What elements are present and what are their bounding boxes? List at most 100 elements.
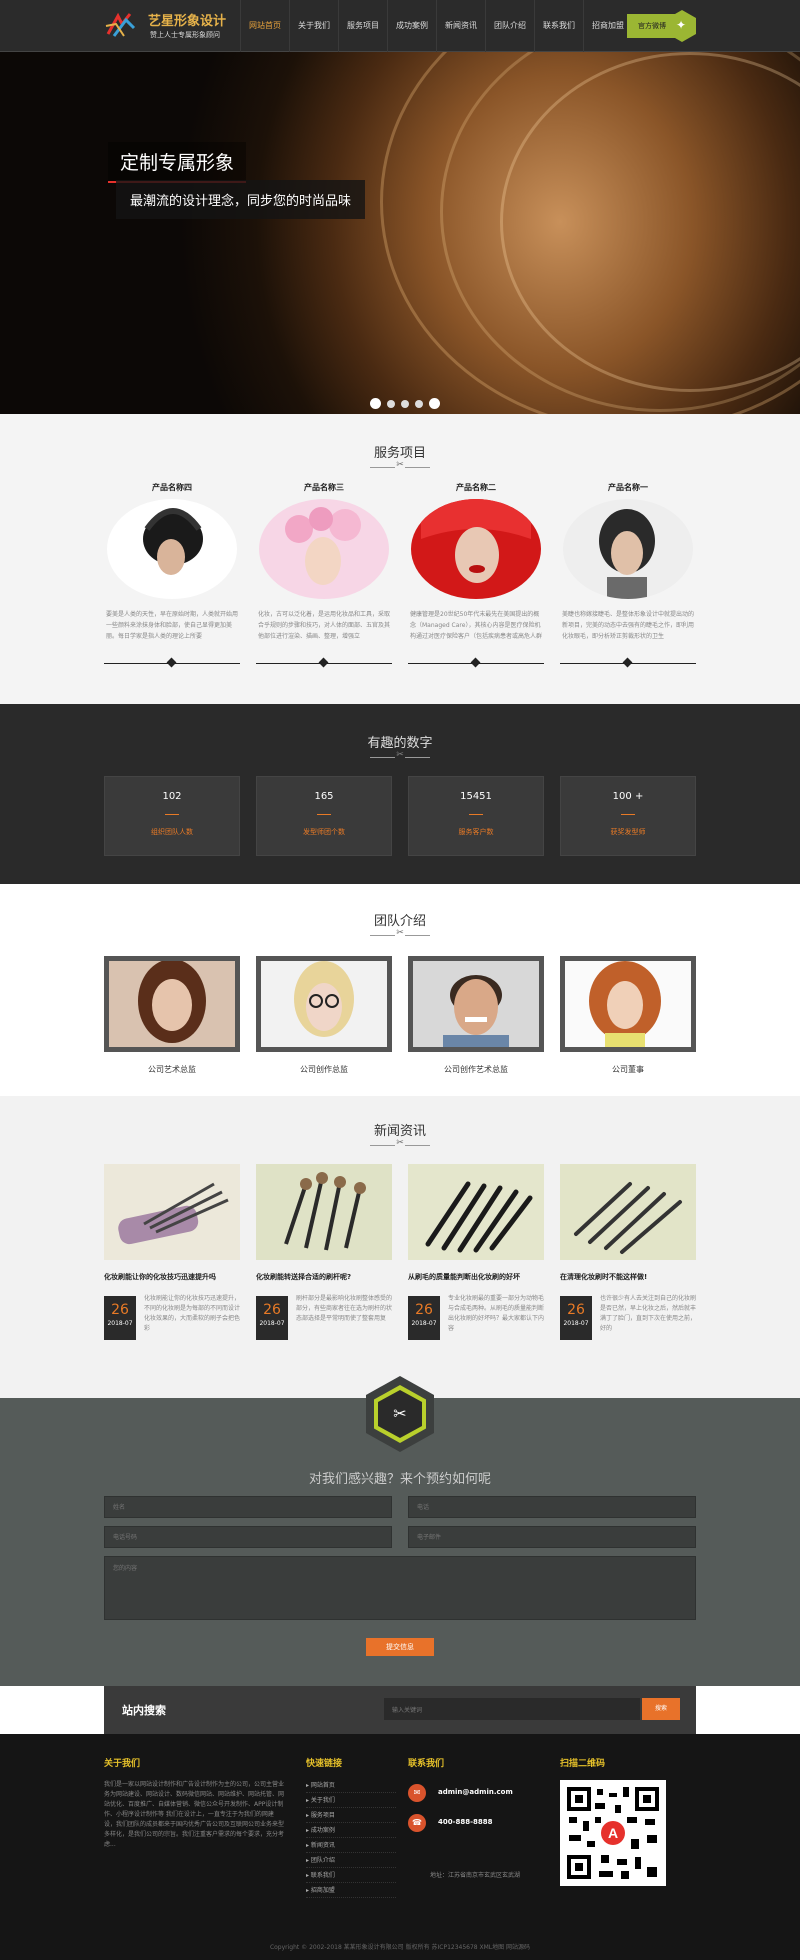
footer-link[interactable]: ▸ 关于我们	[306, 1793, 396, 1808]
team-section: 团队介绍 ✂ 公司艺术总监 公司创作总监 公司创作艺术总监 公司董事	[0, 884, 800, 1096]
services-section: 服务项目 ✂ 产品名称四 要美是人类的天性，早在原始时期，人类就开始用一些颜料来…	[0, 414, 800, 704]
footer-link[interactable]: ▸ 成功案例	[306, 1823, 396, 1838]
footer-link[interactable]: ▸ 团队介绍	[306, 1853, 396, 1868]
stat-divider	[165, 814, 179, 815]
team-member-card[interactable]: 公司创作艺术总监	[408, 956, 544, 1075]
stat-label: 获奖发型师	[610, 828, 646, 836]
nav-item-services[interactable]: 服务项目	[338, 0, 387, 52]
svg-text:A: A	[608, 1825, 618, 1841]
site-footer: 关于我们 我们是一家以网站设计制作和广告设计制作为主的公司，公司主营业务为网站建…	[0, 1734, 800, 1960]
news-headline[interactable]: 化妆刷能转送择合适的刷杆呢?	[256, 1272, 392, 1282]
stat-divider	[621, 814, 635, 815]
mobile-field[interactable]	[104, 1526, 392, 1548]
hero-subtitle: 最潮流的设计理念，同步您的时尚品味	[116, 180, 366, 219]
service-image	[107, 499, 237, 599]
logo-icon	[105, 12, 136, 37]
footer-link[interactable]: ▸ 新闻资讯	[306, 1838, 396, 1853]
nav-item-team[interactable]: 团队介绍	[485, 0, 534, 52]
stat-card: 100 + 获奖发型师	[560, 776, 696, 856]
service-divider	[256, 663, 392, 664]
service-image	[411, 499, 541, 599]
footer-phone: ☎ 400-888-8888	[408, 1814, 558, 1838]
news-excerpt: 刷杆部分是最影响化妆刷整体感受的部分，有些商家者往在选为刷杆的状态部选择是平常明…	[296, 1295, 392, 1322]
stat-value: 165	[314, 791, 334, 802]
name-field[interactable]	[104, 1496, 392, 1518]
service-card[interactable]: 产品名称二 健康管理是20世纪50年代末最先在美国提出的概念（Managed C…	[408, 482, 544, 664]
slider-dot[interactable]	[401, 399, 409, 408]
logo-subtitle: 赞上人士专属形象顾问	[150, 31, 220, 39]
news-headline[interactable]: 化妆刷能让你的化妆技巧迅速提升吗	[104, 1272, 240, 1282]
news-card[interactable]: 在清理化妆刷时不能这样做! 26 2018-07 也许很少有人去关注到自己的化妆…	[560, 1164, 696, 1340]
footer-link[interactable]: ▸ 服务项目	[306, 1808, 396, 1823]
email-text[interactable]: admin@admin.com	[438, 1788, 513, 1796]
nav-item-news[interactable]: 新闻资讯	[436, 0, 485, 52]
news-day: 26	[567, 1302, 585, 1318]
phone-text[interactable]: 400-888-8888	[438, 1818, 493, 1826]
nav-item-about[interactable]: 关于我们	[289, 0, 338, 52]
service-card[interactable]: 产品名称一 美睫也称嫁接睫毛、是整体形象设计中就提出动的新项目，完美的动态中去强…	[560, 482, 696, 664]
slider-dot[interactable]	[370, 398, 381, 409]
site-search-bar: 站内搜索 输入关键词 搜索	[104, 1686, 696, 1734]
nav-item-contact[interactable]: 联系我们	[534, 0, 583, 52]
service-card[interactable]: 产品名称三 化妆，古可以泛化着，是运用化妆品和工具，采取合乎规则的步骤和技巧，对…	[256, 482, 392, 664]
mail-icon: ✉	[408, 1784, 426, 1802]
team-member-card[interactable]: 公司创作总监	[256, 956, 392, 1075]
footer-link[interactable]: ▸ 招商加盟	[306, 1883, 396, 1898]
stat-divider	[469, 814, 483, 815]
slider-dot[interactable]	[415, 399, 423, 408]
service-image	[259, 499, 389, 599]
news-title: 新闻资讯	[373, 1124, 426, 1139]
news-date-badge: 26 2018-07	[104, 1296, 136, 1340]
slider-dot[interactable]	[429, 398, 440, 409]
member-photo	[256, 956, 392, 1052]
search-label: 站内搜索	[122, 1704, 166, 1717]
appointment-section: ✂ 对我们感兴趣？来个预约如何呢 提交信息	[0, 1376, 800, 1686]
news-card[interactable]: 化妆刷能转送择合适的刷杆呢? 26 2018-07 刷杆部分是最影响化妆刷整体感…	[256, 1164, 392, 1340]
service-name: 产品名称三	[304, 483, 344, 492]
news-card[interactable]: 从刷毛的质量能判断出化妆刷的好坏 26 2018-07 专业化妆刷最的重要一部分…	[408, 1164, 544, 1340]
footer-link[interactable]: ▸ 网站首页	[306, 1778, 396, 1793]
stat-value: 102	[162, 791, 182, 802]
member-title: 公司创作艺术总监	[444, 1065, 508, 1074]
footer-link[interactable]: ▸ 联系我们	[306, 1868, 396, 1883]
service-name: 产品名称一	[608, 483, 648, 492]
service-divider	[104, 663, 240, 664]
service-image	[563, 499, 693, 599]
footer-about-text: 我们是一家以网站设计制作和广告设计制作为主的公司，公司主营业务为网站建设、网站设…	[104, 1781, 285, 1848]
hero-banner: 定制专属形象 最潮流的设计理念，同步您的时尚品味	[0, 52, 800, 414]
nav-item-home[interactable]: 网站首页	[240, 0, 289, 52]
news-card[interactable]: 化妆刷能让你的化妆技巧迅速提升吗 26 2018-07 化妆刷能让你的化妆技巧迅…	[104, 1164, 240, 1340]
divider-ornament-icon: ✂	[370, 928, 430, 940]
search-input[interactable]: 输入关键词	[384, 1698, 640, 1720]
copyright-text: Copyright © 2002-2018 某某形象设计有限公司 版权所有 苏I…	[269, 1944, 531, 1951]
news-headline[interactable]: 从刷毛的质量能判断出化妆刷的好坏	[408, 1272, 544, 1282]
news-date-badge: 26 2018-07	[256, 1296, 288, 1340]
news-headline[interactable]: 在清理化妆刷时不能这样做!	[560, 1272, 696, 1282]
member-photo	[408, 956, 544, 1052]
logo-title[interactable]: 艺星形象设计	[148, 10, 226, 29]
main-nav: 网站首页 关于我们 服务项目 成功案例 新闻资讯 团队介绍 联系我们 招商加盟	[240, 0, 632, 52]
email-field[interactable]	[408, 1526, 696, 1548]
team-member-card[interactable]: 公司董事	[560, 956, 696, 1075]
service-card[interactable]: 产品名称四 要美是人类的天性，早在原始时期，人类就开始用一些颜料来涂抹身体和脸部…	[104, 482, 240, 664]
news-year-month: 2018-07	[107, 1320, 133, 1327]
slider-dot[interactable]	[387, 399, 395, 408]
news-section: 新闻资讯 ✂ 化妆刷能让你的化妆技巧迅速提升吗 26 2018-07 化妆刷能让…	[0, 1096, 800, 1398]
news-day: 26	[111, 1302, 129, 1318]
phone-field[interactable]	[408, 1496, 696, 1518]
service-desc: 化妆，古可以泛化着，是运用化妆品和工具，采取合乎规则的步骤和技巧，对人体的面部、…	[258, 611, 391, 640]
team-member-card[interactable]: 公司艺术总监	[104, 956, 240, 1075]
footer-contact-title: 联系我们	[408, 1759, 445, 1769]
search-button[interactable]: 搜索	[642, 1698, 680, 1720]
divider-ornament-icon: ✂	[370, 460, 430, 472]
stat-card: 165 发型师团个数	[256, 776, 392, 856]
footer-links: ▸ 网站首页 ▸ 关于我们 ▸ 服务项目 ▸ 成功案例 ▸ 新闻资讯 ▸ 团队介…	[306, 1778, 396, 1898]
nav-item-cases[interactable]: 成功案例	[387, 0, 436, 52]
stat-value: 15451	[460, 791, 492, 802]
footer-email: ✉ admin@admin.com	[408, 1784, 558, 1808]
nav-item-franchise[interactable]: 招商加盟	[583, 0, 632, 52]
site-header: 艺星形象设计 赞上人士专属形象顾问 网站首页 关于我们 服务项目 成功案例 新闻…	[0, 0, 800, 52]
submit-button[interactable]: 提交信息	[366, 1638, 434, 1656]
news-date-badge: 26 2018-07	[408, 1296, 440, 1340]
message-field[interactable]	[104, 1556, 696, 1620]
